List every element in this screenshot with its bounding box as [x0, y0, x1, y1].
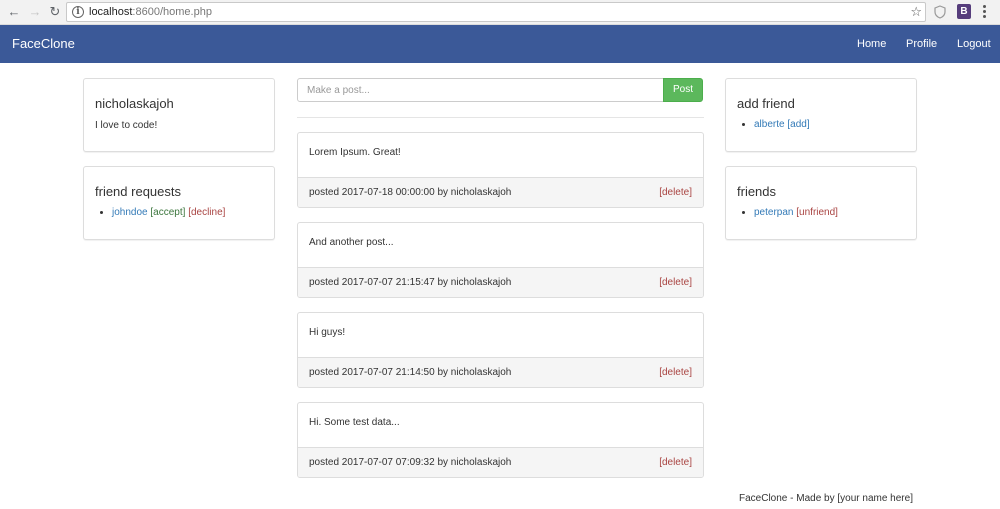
suggested-friend-link[interactable]: alberte: [754, 119, 785, 130]
post-footer: posted 2017-07-07 21:14:50 by nicholaska…: [298, 357, 703, 387]
bookmark-star-icon[interactable]: ☆: [910, 4, 922, 20]
url-text[interactable]: localhost:8600/home.php: [89, 6, 212, 18]
forward-arrow-icon[interactable]: →: [27, 4, 43, 20]
friends-panel: friends peterpan [unfriend]: [725, 166, 917, 240]
url-host: localhost: [89, 6, 133, 18]
browser-toolbar: ← → ↻ i localhost:8600/home.php ☆ B: [0, 0, 1000, 25]
friend-requests-list: johndoe [accept] [decline]: [112, 207, 225, 218]
nav-logout[interactable]: Logout: [957, 38, 991, 50]
post-meta: posted 2017-07-07 21:14:50 by nicholaska…: [309, 367, 512, 378]
post-meta: posted 2017-07-07 21:15:47 by nicholaska…: [309, 277, 512, 288]
url-path: :8600/home.php: [132, 6, 212, 18]
profile-panel: nicholaskajoh I love to code!: [83, 78, 275, 152]
nav-profile[interactable]: Profile: [906, 38, 937, 50]
shield-extension-icon[interactable]: [934, 5, 946, 19]
bootstrap-extension-icon[interactable]: B: [957, 4, 971, 19]
decline-request-link[interactable]: [decline]: [188, 207, 225, 218]
friend-request-item: johndoe [accept] [decline]: [112, 207, 225, 218]
delete-post-link[interactable]: [delete]: [659, 367, 692, 378]
profile-bio: I love to code!: [95, 120, 158, 131]
add-friend-list: alberte [add]: [754, 119, 810, 130]
add-friend-panel: add friend alberte [add]: [725, 78, 917, 152]
post-card: Lorem Ipsum. Great! posted 2017-07-18 00…: [297, 132, 704, 208]
profile-username: nicholaskajoh: [95, 96, 174, 111]
reload-icon[interactable]: ↻: [47, 4, 63, 20]
address-bar[interactable]: i localhost:8600/home.php ☆: [66, 2, 926, 22]
post-content: And another post...: [309, 237, 394, 248]
post-input[interactable]: [297, 78, 664, 102]
friend-name-link[interactable]: peterpan: [754, 207, 793, 218]
post-content: Lorem Ipsum. Great!: [309, 147, 401, 158]
delete-post-link[interactable]: [delete]: [659, 457, 692, 468]
post-footer: posted 2017-07-07 21:15:47 by nicholaska…: [298, 267, 703, 297]
navbar: FaceClone Home Profile Logout: [0, 25, 1000, 63]
brand-link[interactable]: FaceClone: [12, 36, 75, 51]
friend-requests-panel: friend requests johndoe [accept] [declin…: [83, 166, 275, 240]
friends-title: friends: [737, 184, 777, 199]
friend-requests-title: friend requests: [95, 184, 181, 199]
post-content: Hi guys!: [309, 327, 346, 338]
friend-item: peterpan [unfriend]: [754, 207, 838, 218]
post-button[interactable]: Post: [663, 78, 703, 102]
friend-request-name-link[interactable]: johndoe: [112, 207, 148, 218]
post-card: Hi guys! posted 2017-07-07 21:14:50 by n…: [297, 312, 704, 388]
browser-menu-icon[interactable]: [983, 5, 987, 20]
add-friend-link[interactable]: [add]: [787, 119, 809, 130]
add-friend-item: alberte [add]: [754, 119, 810, 130]
delete-post-link[interactable]: [delete]: [659, 187, 692, 198]
friends-list: peterpan [unfriend]: [754, 207, 838, 218]
back-arrow-icon[interactable]: ←: [6, 4, 22, 20]
post-footer: posted 2017-07-18 00:00:00 by nicholaska…: [298, 177, 703, 207]
post-card: Hi. Some test data... posted 2017-07-07 …: [297, 402, 704, 478]
post-footer: posted 2017-07-07 07:09:32 by nicholaska…: [298, 447, 703, 477]
post-card: And another post... posted 2017-07-07 21…: [297, 222, 704, 298]
unfriend-link[interactable]: [unfriend]: [796, 207, 838, 218]
nav-home[interactable]: Home: [857, 38, 886, 50]
accept-request-link[interactable]: [accept]: [150, 207, 185, 218]
post-content: Hi. Some test data...: [309, 417, 400, 428]
post-meta: posted 2017-07-18 00:00:00 by nicholaska…: [309, 187, 512, 198]
post-meta: posted 2017-07-07 07:09:32 by nicholaska…: [309, 457, 512, 468]
add-friend-title: add friend: [737, 96, 795, 111]
info-icon[interactable]: i: [72, 6, 84, 18]
footer-text: FaceClone - Made by [your name here]: [739, 493, 913, 504]
divider: [297, 117, 704, 118]
delete-post-link[interactable]: [delete]: [659, 277, 692, 288]
